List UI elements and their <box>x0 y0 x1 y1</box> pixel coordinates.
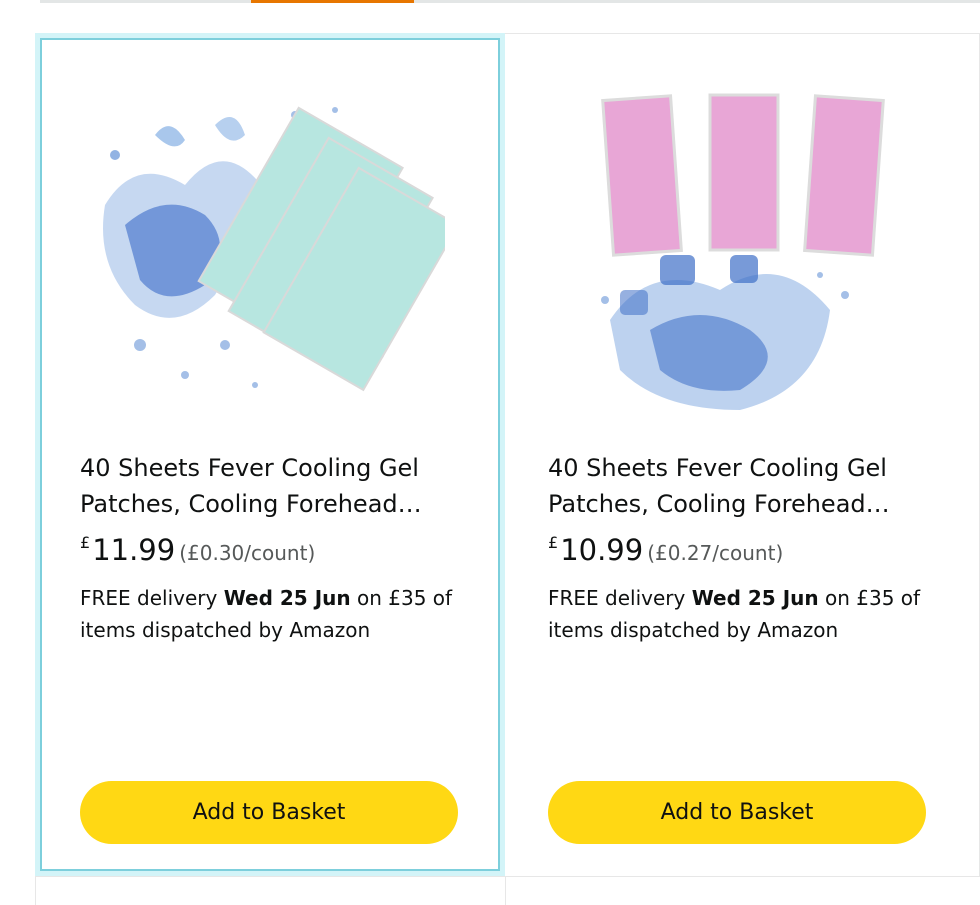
product-price-1: £11.99 (£0.30/count) <box>80 533 316 567</box>
product-image-2[interactable] <box>590 90 890 420</box>
gel-patch-sheets <box>601 93 885 257</box>
product-title-2[interactable]: 40 Sheets Fever Cooling Gel Patches, Coo… <box>548 450 928 522</box>
next-row-card-2 <box>505 876 980 905</box>
top-divider <box>40 0 980 3</box>
add-to-basket-button-2[interactable]: Add to Basket <box>548 781 926 844</box>
product-title-1[interactable]: 40 Sheets Fever Cooling Gel Patches, Coo… <box>80 450 460 522</box>
product-price-2: £10.99 (£0.27/count) <box>548 533 784 567</box>
product-image-1[interactable] <box>95 95 445 415</box>
water-splash-graphic <box>601 255 849 410</box>
active-tab-indicator <box>251 0 414 3</box>
add-to-basket-button-1[interactable]: Add to Basket <box>80 781 458 844</box>
next-row-card-1 <box>35 876 506 905</box>
delivery-info-1: FREE delivery Wed 25 Jun on £35 of items… <box>80 586 453 642</box>
delivery-info-2: FREE delivery Wed 25 Jun on £35 of items… <box>548 586 921 642</box>
gel-patch-sheets <box>197 106 445 392</box>
